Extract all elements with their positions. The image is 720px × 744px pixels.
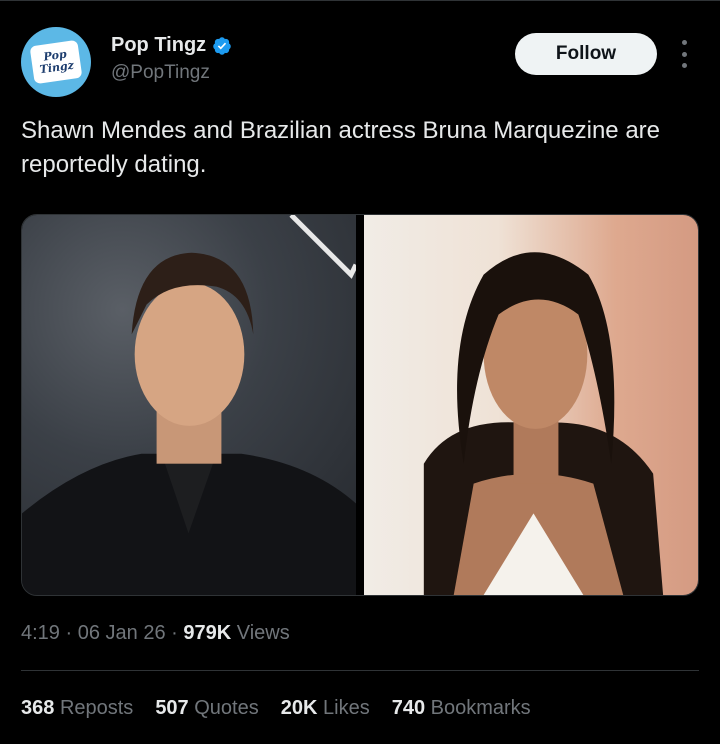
tweet-meta: 4:19 · 06 Jan 26 · 979K Views (21, 622, 290, 645)
top-divider (0, 0, 720, 4)
meta-separator: · (171, 622, 184, 644)
quotes-stat[interactable]: 507 Quotes (155, 697, 258, 720)
photo-right-illustration (423, 252, 664, 595)
tweet-text: Shawn Mendes and Brazilian actress Bruna… (21, 117, 661, 178)
verified-badge-icon (213, 36, 231, 55)
reposts-stat[interactable]: 368 Reposts (21, 697, 133, 720)
views-count: 979K (183, 622, 232, 644)
engagement-stats: 368 Reposts 507 Quotes 20K Likes 740 Boo… (21, 697, 531, 720)
stats-divider (21, 670, 699, 671)
display-name[interactable]: Pop Tingz (111, 34, 206, 57)
photo-bruna-marquezine[interactable] (364, 215, 698, 595)
media-grid[interactable] (21, 214, 699, 596)
more-options-icon[interactable] (676, 40, 692, 68)
views-label: Views (236, 622, 290, 644)
follow-button[interactable]: Follow (515, 33, 657, 75)
photo-left-illustration (22, 215, 356, 595)
tweet-date[interactable]: 06 Jan 26 (78, 622, 166, 644)
author-handle[interactable]: @PopTingz (111, 62, 210, 84)
tweet-time[interactable]: 4:19 (21, 622, 60, 644)
author-name-row[interactable]: Pop Tingz (111, 34, 232, 57)
photo-shawn-mendes[interactable] (22, 215, 356, 595)
bookmarks-stat[interactable]: 740 Bookmarks (392, 697, 531, 720)
likes-stat[interactable]: 20K Likes (281, 697, 370, 720)
meta-separator: · (65, 622, 78, 644)
avatar-logo: Pop Tingz (29, 39, 83, 85)
avatar[interactable]: Pop Tingz (21, 27, 91, 97)
